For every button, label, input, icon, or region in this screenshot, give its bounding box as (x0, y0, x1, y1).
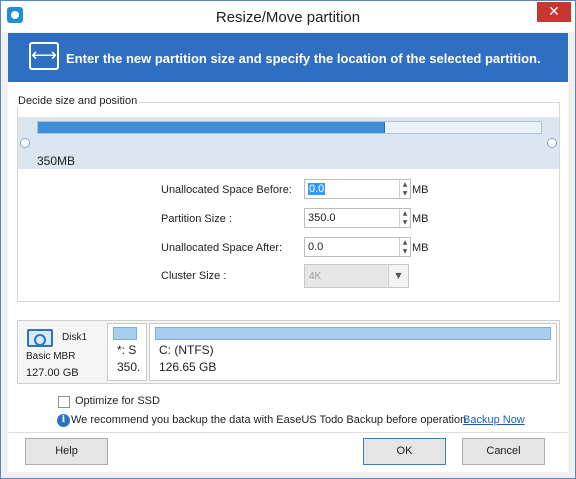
unallocated-before-spinner[interactable]: ▲ ▼ (399, 180, 410, 198)
optimize-ssd-label[interactable]: Optimize for SSD (75, 395, 160, 407)
unit-label: MB (412, 184, 429, 196)
partition-size-display: 350MB (37, 154, 76, 168)
left-resize-handle[interactable] (20, 138, 30, 148)
resize-arrows-icon: ⟷ (29, 42, 59, 70)
main-panel: 350MB Unallocated Space Before: 0.0 ▲ ▼ … (8, 82, 568, 472)
info-icon: i (57, 414, 70, 427)
cluster-size-select: 4K ▼ (304, 264, 409, 288)
partition-size: 126.65 GB (159, 360, 217, 374)
partition-size-label: Partition Size : (161, 213, 232, 225)
help-button[interactable]: Help (25, 438, 108, 465)
title-bar[interactable]: Resize/Move partition ✕ (1, 1, 575, 32)
hard-disk-icon (27, 329, 53, 347)
partition-size-spinner[interactable]: ▲ ▼ (399, 209, 410, 227)
partition-size: 350. (117, 360, 141, 374)
group-title: Decide size and position (16, 95, 140, 107)
unit-label: MB (412, 213, 429, 225)
partition-bar[interactable] (38, 122, 386, 133)
spin-up-icon[interactable]: ▲ (400, 180, 410, 189)
unit-label: MB (412, 242, 429, 254)
partition-system-reserved[interactable]: *: S 350. (107, 323, 147, 381)
footer-divider (8, 432, 568, 433)
spin-up-icon[interactable]: ▲ (400, 238, 410, 247)
banner-text: Enter the new partition size and specify… (66, 51, 541, 66)
unallocated-before-input[interactable]: 0.0 ▲ ▼ (304, 179, 411, 199)
partition-size-value: 350.0 (308, 212, 336, 224)
backup-recommendation: We recommend you backup the data with Ea… (71, 414, 470, 426)
partition-size-slider[interactable]: 350MB (18, 117, 559, 169)
instruction-banner: ⟷ Enter the new partition size and speci… (8, 33, 568, 82)
partition-size-input[interactable]: 350.0 ▲ ▼ (304, 208, 411, 228)
cluster-size-label: Cluster Size : (161, 270, 227, 282)
optimize-ssd-checkbox[interactable] (58, 396, 70, 408)
size-track[interactable] (37, 121, 542, 134)
unallocated-after-value: 0.0 (308, 241, 324, 253)
partition-usage-bar (155, 327, 551, 340)
disk-type: Basic MBR (26, 351, 76, 362)
partition-c-drive[interactable]: C: (NTFS) 126.65 GB (149, 323, 557, 381)
cluster-size-value: 4K (309, 271, 322, 282)
right-resize-handle[interactable] (547, 138, 557, 148)
disk-name: Disk1 (62, 332, 88, 343)
backup-now-link[interactable]: Backup Now (463, 414, 525, 426)
close-button[interactable]: ✕ (537, 2, 571, 22)
partition-name: *: S (117, 343, 137, 357)
size-position-group: 350MB Unallocated Space Before: 0.0 ▲ ▼ … (17, 102, 560, 302)
disk-info: Disk1 Basic MBR 127.00 GB (20, 323, 104, 381)
unallocated-after-input[interactable]: 0.0 ▲ ▼ (304, 237, 411, 257)
spin-down-icon[interactable]: ▼ (400, 189, 410, 198)
partition-usage-bar (113, 327, 137, 340)
spin-down-icon[interactable]: ▼ (400, 247, 410, 256)
window-title: Resize/Move partition (215, 9, 361, 26)
disk-map: Disk1 Basic MBR 127.00 GB *: S 350. C: (… (17, 320, 560, 384)
resize-move-dialog: Resize/Move partition ✕ ⟷ Enter the new … (0, 0, 576, 479)
cancel-button[interactable]: Cancel (462, 438, 545, 465)
unallocated-after-spinner[interactable]: ▲ ▼ (399, 238, 410, 256)
unallocated-before-label: Unallocated Space Before: (161, 184, 292, 196)
spin-down-icon[interactable]: ▼ (400, 218, 410, 227)
chevron-down-icon: ▼ (388, 265, 408, 287)
ok-button[interactable]: OK (363, 438, 446, 465)
unallocated-after-label: Unallocated Space After: (161, 242, 283, 254)
unallocated-before-value: 0.0 (308, 183, 326, 195)
disk-size: 127.00 GB (26, 367, 79, 379)
spin-up-icon[interactable]: ▲ (400, 209, 410, 218)
partition-name: C: (NTFS) (159, 343, 214, 357)
